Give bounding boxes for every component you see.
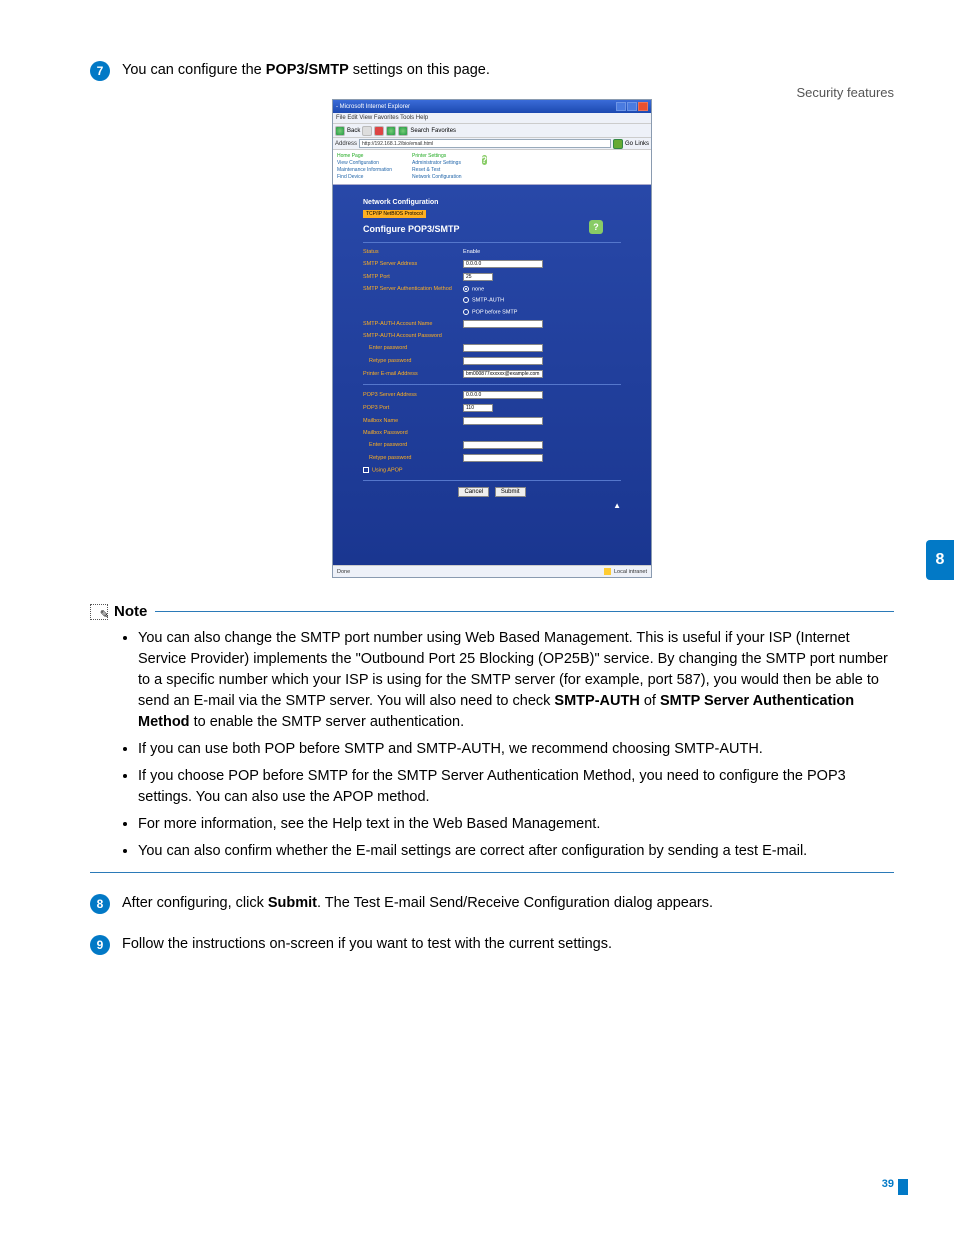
pop3-address-input[interactable]: 0.0.0.0 [463, 391, 543, 399]
printer-email-input[interactable]: bm000877xxxxxx@example.com [463, 370, 543, 378]
browser-screenshot: - Microsoft Internet Explorer File Edit … [332, 99, 652, 578]
page-number-bar [898, 1179, 908, 1195]
chapter-tab: 8 [926, 540, 954, 580]
step-number-9: 9 [90, 935, 110, 955]
toolbar: Back Search Favorites [333, 124, 651, 138]
apop-checkbox[interactable]: Using APOP [363, 467, 463, 473]
nav-maint[interactable]: Maintenance Information [337, 167, 392, 174]
mailbox-name-input[interactable] [463, 417, 543, 425]
step-number-7: 7 [90, 61, 110, 81]
cancel-button[interactable]: Cancel [458, 487, 489, 497]
note-item: If you can use both POP before SMTP and … [138, 739, 894, 760]
step-7-text: You can configure the POP3/SMTP settings… [122, 60, 490, 80]
nav-home[interactable]: Home Page [337, 153, 392, 160]
help-icon[interactable]: ? [482, 155, 488, 165]
note-item: You can also confirm whether the E-mail … [138, 841, 894, 862]
menu-bar: File Edit View Favorites Tools Help [333, 113, 651, 124]
breadcrumb: TCP/IP NetBIOS Protocol [363, 210, 426, 218]
note-item: For more information, see the Help text … [138, 814, 894, 835]
scroll-top-icon[interactable]: ▲ [363, 501, 621, 510]
minimize-icon [616, 102, 626, 111]
maximize-icon [627, 102, 637, 111]
nav-reset[interactable]: Reset & Test [412, 167, 461, 174]
status-value: Enable [463, 249, 480, 255]
note-rule-end [90, 872, 894, 873]
mailbox-pw2-input[interactable] [463, 454, 543, 462]
nav-find[interactable]: Find Device [337, 174, 392, 181]
help-icon[interactable]: ? [589, 220, 603, 234]
nc-title: Network Configuration [363, 199, 621, 206]
close-icon [638, 102, 648, 111]
step-8-text: After configuring, click Submit. The Tes… [122, 893, 713, 913]
smtp-auth-pw2-input[interactable] [463, 357, 543, 365]
smtp-auth-account-input[interactable] [463, 320, 543, 328]
page-header: Security features [796, 85, 894, 100]
note-rule [155, 611, 894, 612]
url-input[interactable]: http://192.168.1.2/bio/email.html [359, 139, 611, 148]
smtp-auth-pw-input[interactable] [463, 344, 543, 352]
auth-smtp-radio[interactable]: SMTP-AUTH [463, 297, 504, 303]
note-icon [90, 604, 108, 620]
go-button[interactable] [613, 139, 623, 149]
nav-network[interactable]: Network Configuration [412, 174, 461, 181]
auth-pop-radio[interactable]: POP before SMTP [463, 309, 517, 315]
nav-view[interactable]: View Configuration [337, 160, 392, 167]
window-titlebar: - Microsoft Internet Explorer [333, 100, 651, 113]
submit-button[interactable]: Submit [495, 487, 526, 497]
section-title: Configure POP3/SMTP [363, 224, 621, 234]
page-number: 39 [882, 1178, 894, 1190]
step-9-text: Follow the instructions on-screen if you… [122, 934, 612, 954]
status-bar: Done Local intranet [333, 565, 651, 577]
note-label: Note [114, 603, 147, 620]
mailbox-pw-input[interactable] [463, 441, 543, 449]
pop3-port-input[interactable]: 110 [463, 404, 493, 412]
step-number-8: 8 [90, 894, 110, 914]
nav-links: Home Page View Configuration Maintenance… [333, 150, 651, 185]
back-icon [335, 126, 345, 136]
nav-admin[interactable]: Administrator Settings [412, 160, 461, 167]
home-icon [398, 126, 408, 136]
smtp-port-input[interactable]: 25 [463, 273, 493, 281]
smtp-address-input[interactable]: 0.0.0.0 [463, 260, 543, 268]
stop-icon [374, 126, 384, 136]
note-item: If you choose POP before SMTP for the SM… [138, 766, 894, 808]
nav-printer[interactable]: Printer Settings [412, 153, 461, 160]
note-body: You can also change the SMTP port number… [90, 620, 894, 862]
refresh-icon [386, 126, 396, 136]
lock-icon [604, 568, 611, 575]
address-bar: Address http://192.168.1.2/bio/email.htm… [333, 138, 651, 150]
auth-none-radio[interactable]: none [463, 286, 484, 292]
note-item: You can also change the SMTP port number… [138, 628, 894, 733]
forward-icon [362, 126, 372, 136]
